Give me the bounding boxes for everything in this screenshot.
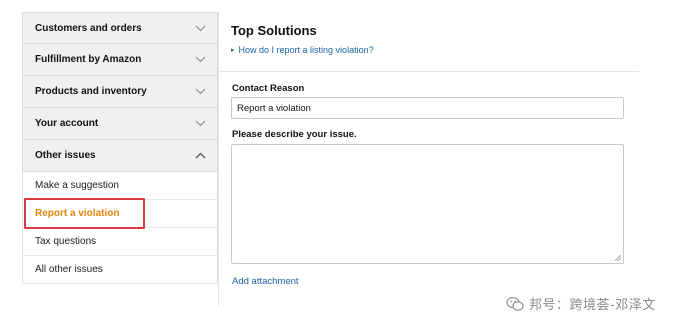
vertical-divider xyxy=(218,12,219,306)
category-label: Products and inventory xyxy=(35,86,147,97)
subitem-label: All other issues xyxy=(35,264,103,275)
resize-handle-icon[interactable] xyxy=(615,255,621,261)
subitem-make-a-suggestion[interactable]: Make a suggestion xyxy=(22,172,218,200)
contact-reason-label: Contact Reason xyxy=(232,83,305,94)
watermark-text: 邦号：跨境荟-邓泽文 xyxy=(529,298,656,313)
subitem-all-other-issues[interactable]: All other issues xyxy=(22,256,218,284)
watermark: 邦号：跨境荟-邓泽文 xyxy=(506,294,656,313)
category-customers-and-orders[interactable]: Customers and orders xyxy=(22,12,218,44)
category-products-and-inventory[interactable]: Products and inventory xyxy=(22,76,218,108)
contact-reason-value: Report a violation xyxy=(237,102,311,114)
category-fulfillment-by-amazon[interactable]: Fulfillment by Amazon xyxy=(22,44,218,76)
help-sidebar: Customers and orders Fulfillment by Amaz… xyxy=(22,12,218,284)
category-label: Fulfillment by Amazon xyxy=(35,54,142,65)
describe-issue-textarea[interactable] xyxy=(231,144,624,264)
triangle-right-icon: ▸ xyxy=(231,47,235,54)
subitem-label: Report a violation xyxy=(35,208,120,219)
add-attachment-link[interactable]: Add attachment xyxy=(232,276,299,287)
category-label: Your account xyxy=(35,118,99,129)
horizontal-divider xyxy=(219,71,639,72)
subitem-label: Tax questions xyxy=(35,236,97,247)
category-label: Customers and orders xyxy=(35,22,142,34)
chevron-down-icon xyxy=(193,85,207,99)
faq-link[interactable]: How do I report a listing violation? xyxy=(239,45,374,55)
wechat-icon xyxy=(506,296,524,311)
chevron-down-icon xyxy=(193,21,207,35)
chevron-down-icon xyxy=(193,117,207,131)
main-panel: Top Solutions ▸ How do I report a listin… xyxy=(231,12,639,55)
describe-issue-label: Please describe your issue. xyxy=(232,129,357,140)
subitem-tax-questions[interactable]: Tax questions xyxy=(22,228,218,256)
subitem-label: Make a suggestion xyxy=(35,180,119,191)
top-solutions-heading: Top Solutions xyxy=(231,23,317,38)
category-your-account[interactable]: Your account xyxy=(22,108,218,140)
contact-reason-field[interactable]: Report a violation xyxy=(231,97,624,119)
chevron-down-icon xyxy=(193,53,207,67)
subitem-report-a-violation[interactable]: Report a violation xyxy=(22,200,218,228)
chevron-up-icon xyxy=(193,149,207,163)
faq-link-row[interactable]: ▸ How do I report a listing violation? xyxy=(231,45,639,55)
category-label: Other issues xyxy=(35,150,96,161)
category-other-issues[interactable]: Other issues xyxy=(22,140,218,172)
